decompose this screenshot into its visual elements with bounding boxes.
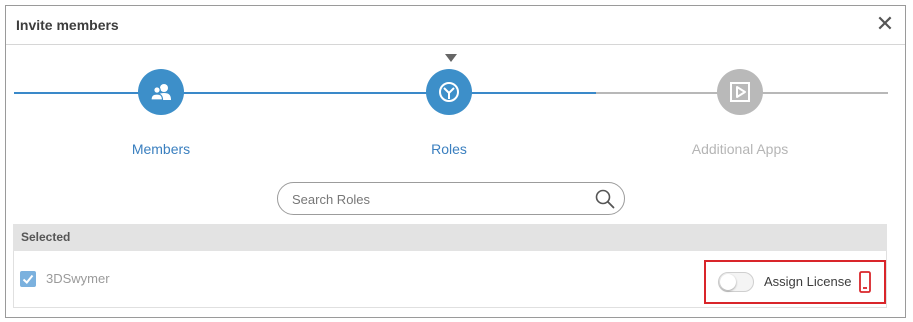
step-roles[interactable] — [426, 69, 472, 115]
apps-play-icon — [730, 82, 750, 102]
toggle-knob — [720, 274, 736, 290]
search-roles-input[interactable] — [292, 190, 582, 208]
search-icon[interactable] — [595, 189, 615, 209]
selected-section-header: Selected — [13, 224, 887, 251]
assign-license-highlight: Assign License — [704, 260, 886, 304]
dialog-header: Invite members ✕ — [6, 6, 905, 45]
selected-header-label: Selected — [21, 230, 71, 244]
role-checkbox[interactable] — [20, 271, 36, 287]
step-label-roles[interactable]: Roles — [369, 141, 529, 157]
assign-license-label: Assign License — [764, 274, 852, 289]
current-step-caret — [445, 54, 457, 62]
mobile-device-icon[interactable] — [859, 271, 871, 293]
step-label-additional-apps[interactable]: Additional Apps — [660, 141, 820, 157]
close-icon[interactable]: ✕ — [875, 13, 895, 35]
step-additional-apps[interactable] — [717, 69, 763, 115]
step-label-members[interactable]: Members — [81, 141, 241, 157]
stepper-progress-line — [14, 92, 596, 94]
dialog-title: Invite members — [16, 17, 119, 33]
members-icon — [150, 84, 171, 101]
role-name: 3DSwymer — [46, 271, 110, 286]
checkmark-icon — [22, 274, 34, 284]
step-members[interactable] — [138, 69, 184, 115]
roles-icon — [439, 82, 459, 102]
search-roles-field — [277, 182, 625, 215]
assign-license-toggle[interactable] — [718, 272, 754, 292]
